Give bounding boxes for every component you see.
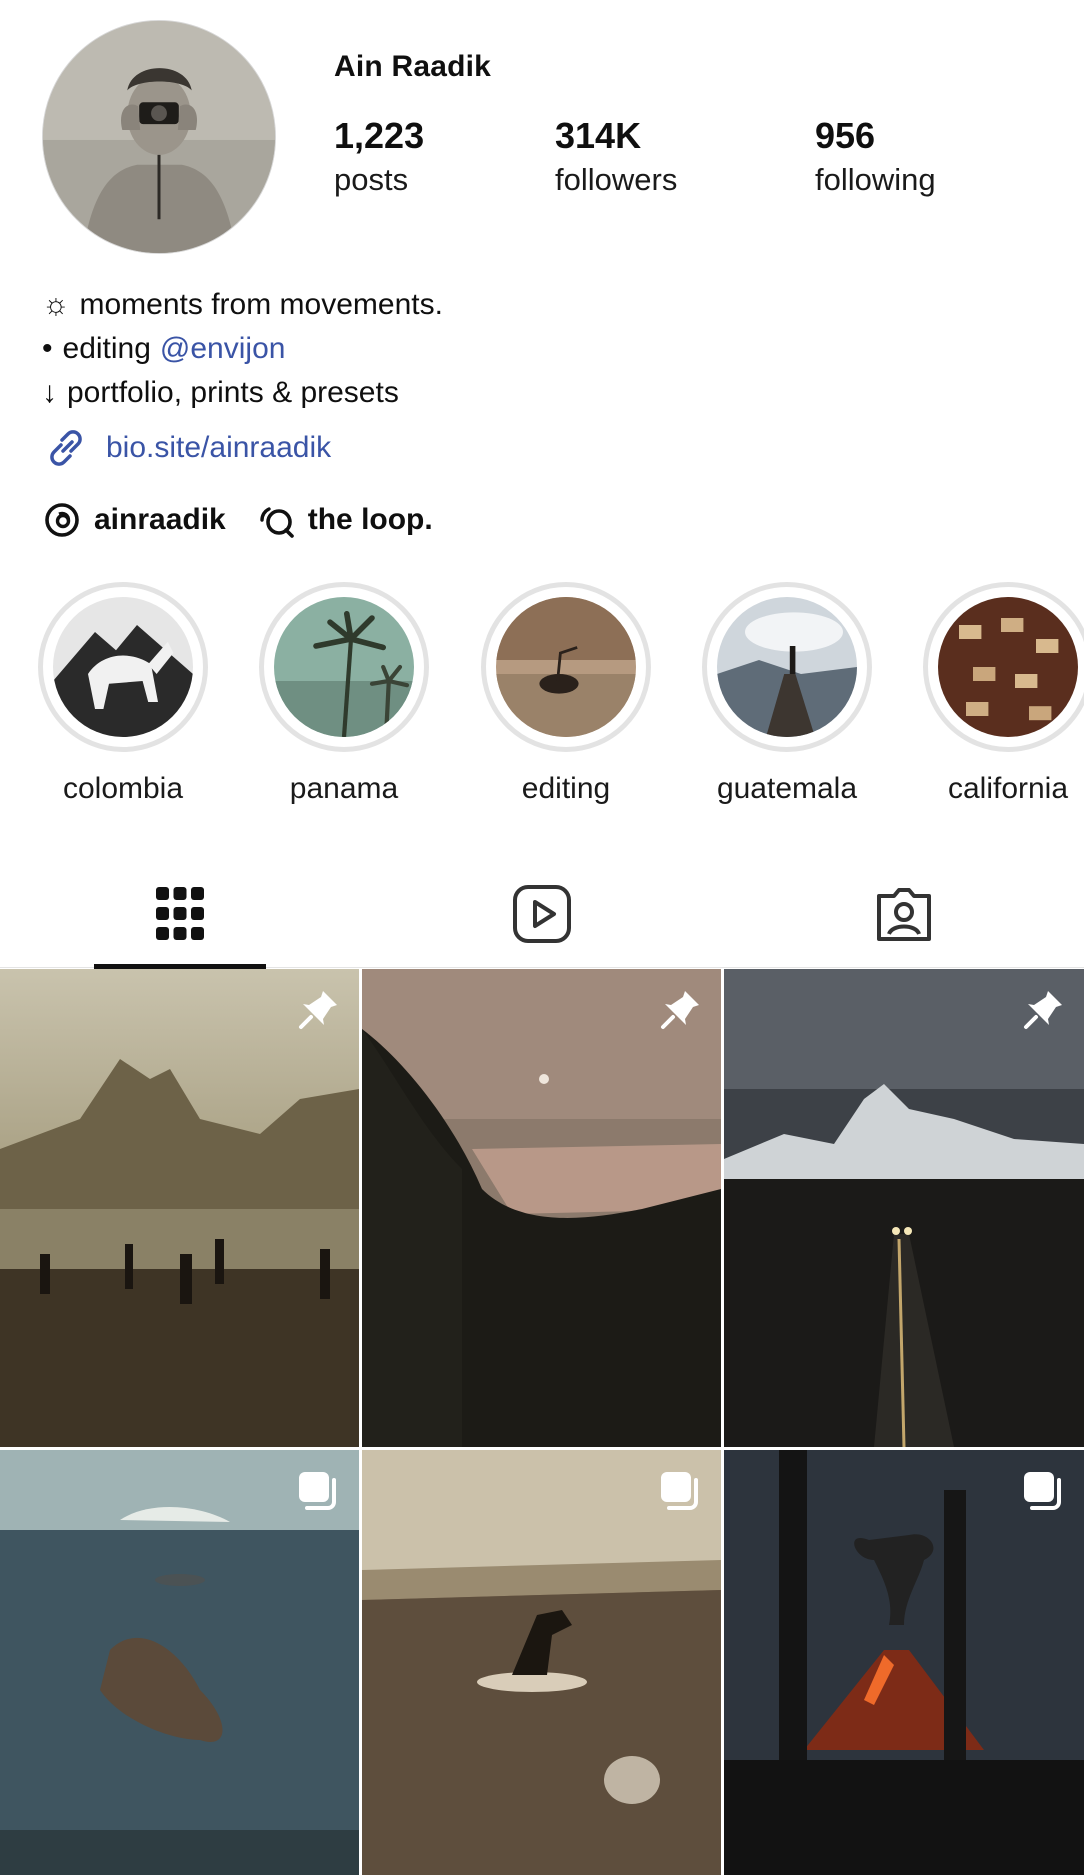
stat-posts-value: 1,223	[334, 115, 425, 156]
social-row: ainraadik the loop.	[42, 500, 463, 540]
carousel-icon	[1024, 1472, 1061, 1510]
highlight-label: california	[947, 772, 1069, 805]
pin-icon	[1024, 991, 1062, 1029]
bullet-symbol: •	[42, 332, 53, 365]
jungle-moon-lagoon	[362, 969, 721, 1447]
stat-following[interactable]: 956 following	[815, 115, 936, 197]
stat-posts-label: posts	[334, 162, 409, 197]
grid-post-2[interactable]	[362, 969, 721, 1447]
tagged-person-icon	[877, 888, 931, 941]
threads-icon	[45, 503, 79, 537]
carousel-icon	[299, 1472, 336, 1510]
rock-sea-thumb	[496, 597, 636, 737]
carousel-icon	[661, 1472, 698, 1510]
beach-mountain-sunset	[0, 969, 359, 1447]
down-arrow-symbol: ↓	[42, 376, 57, 409]
highlight-ring	[702, 582, 872, 752]
grid-post-5[interactable]	[362, 1450, 721, 1875]
highlight-california[interactable]: california	[923, 582, 1084, 806]
pin-icon	[661, 991, 699, 1029]
horse-mountain-thumb	[53, 597, 193, 737]
grid-post-3[interactable]	[724, 969, 1084, 1447]
aerial-cars-thumb	[938, 597, 1078, 737]
profile-name: Ain Raadik	[334, 50, 492, 83]
stat-following-value: 956	[815, 115, 876, 156]
pin-icon	[299, 991, 337, 1029]
highlight-ring	[923, 582, 1084, 752]
bio-link-text: bio.site/ainraadik	[106, 431, 332, 464]
grid-icon	[156, 887, 204, 940]
highlight-guatemala[interactable]: guatemala	[702, 582, 872, 806]
tab-posts[interactable]	[94, 860, 266, 969]
highlight-label: guatemala	[716, 772, 858, 805]
bio-line-1: ☼ moments from movements.	[42, 283, 443, 327]
grid-post-6[interactable]	[724, 1450, 1084, 1875]
channel-name: the loop.	[307, 503, 433, 536]
highlight-panama[interactable]: panama	[259, 582, 429, 806]
bio: ☼ moments from movements. • editing @env…	[42, 283, 443, 415]
profile-tabs	[0, 860, 1084, 969]
bio-line-3: ↓ portfolio, prints & presets	[42, 371, 443, 415]
bio-line-2: • editing @envijon	[42, 327, 443, 371]
bio-tagline: moments from movements.	[79, 288, 443, 321]
tab-reels[interactable]	[456, 860, 628, 968]
mention-link[interactable]: @envijon	[160, 327, 286, 371]
highlight-ring	[259, 582, 429, 752]
tab-tagged[interactable]	[818, 860, 990, 968]
profile-avatar[interactable]	[42, 20, 276, 254]
highlight-label: panama	[289, 772, 399, 805]
profile-photo	[43, 21, 275, 253]
link-icon	[50, 430, 82, 466]
stat-posts[interactable]: 1,223 posts	[334, 115, 425, 197]
bio-editing-text: editing	[62, 332, 151, 365]
stat-followers-label: followers	[555, 162, 678, 197]
stat-following-label: following	[815, 162, 936, 197]
posts-grid	[0, 969, 1084, 1875]
highlight-ring	[481, 582, 651, 752]
night-road-mountains	[724, 969, 1084, 1447]
highlight-ring	[38, 582, 208, 752]
reels-icon	[513, 885, 571, 943]
palm-trees-thumb	[274, 597, 414, 737]
dock-volcano-thumb	[717, 597, 857, 737]
highlight-label: colombia	[62, 772, 184, 805]
threads-profile-link[interactable]: ainraadik	[42, 500, 226, 540]
highlight-editing[interactable]: editing	[481, 582, 651, 806]
bio-link[interactable]: bio.site/ainraadik	[42, 424, 331, 472]
bio-portfolio-text: portfolio, prints & presets	[67, 376, 399, 409]
broadcast-channel-icon	[260, 507, 294, 538]
highlight-label: editing	[521, 772, 611, 805]
threads-handle: ainraadik	[94, 503, 226, 536]
stat-followers[interactable]: 314K followers	[555, 115, 678, 197]
stat-followers-value: 314K	[555, 115, 642, 156]
sun-symbol: ☼	[42, 288, 70, 321]
grid-post-4[interactable]	[0, 1450, 359, 1875]
channel-link[interactable]: the loop.	[256, 500, 433, 540]
highlight-colombia[interactable]: colombia	[38, 582, 208, 806]
grid-post-1[interactable]	[0, 969, 359, 1447]
